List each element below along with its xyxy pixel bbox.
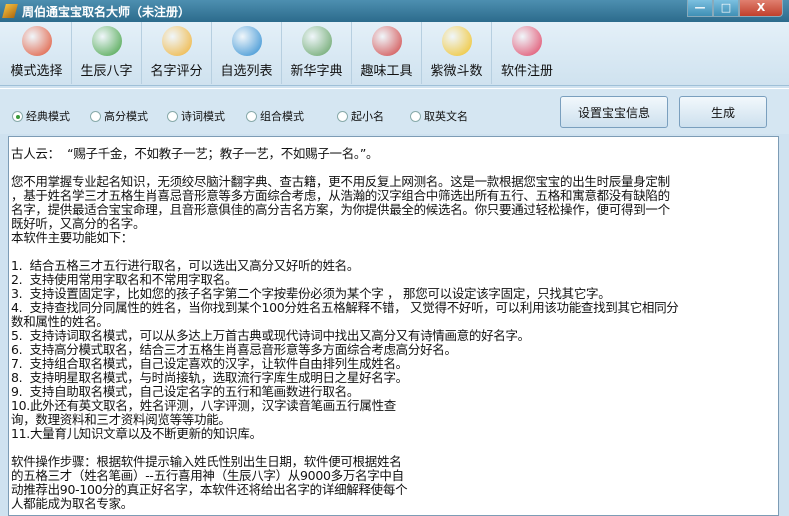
toolbar-button-6[interactable]: 紫微斗数 [422,22,492,84]
mode-radio-0[interactable]: 经典模式 [12,108,70,124]
radio-indicator [410,110,421,122]
text-line: 您不用掌握专业起名知识，无须绞尽脑汁翻字典、查古籍，更不用反复上网测名。这是一款… [11,174,670,189]
toolbar-button-label: 自选列表 [220,64,273,79]
toolbar-button-5[interactable]: 趣味工具 [352,22,422,84]
text-line: 本软件主要功能如下： [11,230,134,245]
star-icon [441,26,472,56]
toolbar-button-4[interactable]: 新华字典 [282,22,352,84]
text-line: 既好听，又高分的名字。 [11,216,146,231]
text-line: 2. 支持使用常用字取名和不常用字取名。 [11,272,238,287]
text-line [11,441,778,455]
radio-indicator [90,110,101,122]
magnifier-icon [161,26,192,56]
text-line: 数和属性的姓名。 [11,314,109,329]
app-pencil-icon [2,4,18,18]
text-line [11,161,778,175]
title-bar: 周伯通宝宝取名大师（未注册） — □ X [0,0,789,22]
mode-label: 取英文名 [424,110,468,123]
text-line: 动推荐出90-100分的真正好名字，本软件还将给出名字的详细解释使每个 [11,482,408,497]
text-line: ，基于姓名学三才五格生肖喜忌音形意等多方面综合考虑，从浩瀚的汉字组合中筛选出所有… [11,188,670,203]
toolbar-button-label: 软件注册 [500,64,553,79]
toolbar-button-label: 生辰八字 [80,64,133,79]
pyramid-globe-icon [231,26,262,56]
text-line: 9. 支持自助取名模式，自己设定名字的五行和笔画数进行取名。 [11,384,360,399]
toolbar-button-1[interactable]: 生辰八字 [72,22,142,84]
set-baby-info-button[interactable]: 设置宝宝信息 [560,96,668,128]
mode-label: 高分模式 [104,110,148,123]
maximize-button[interactable]: □ [713,0,739,17]
text-line: 古人云： “赐子千金，不如教子一艺；教子一艺，不如赐子一名。”。 [11,146,379,161]
text-line: 3. 支持设置固定字，比如您的孩子名字第二个字按辈份必须为某个字 ， 那您可以设… [11,286,611,301]
toolbar-button-label: 新华字典 [290,64,343,79]
toolbar-button-label: 紫微斗数 [430,64,483,79]
toolbar-button-3[interactable]: 自选列表 [212,22,282,84]
text-line: 10.此外还有英文取名，姓名评测，八字评测，汉字读音笔画五行属性查 [11,398,396,413]
close-button[interactable]: X [739,0,783,17]
toolbar-button-label: 趣味工具 [360,64,413,79]
text-line: 软件操作步骤：根据软件提示输入姓氏性别出生日期，软件便可根据姓名 [11,454,402,469]
minimize-button[interactable]: — [687,0,713,17]
intro-text-area[interactable]: 古人云： “赐子千金，不如教子一艺；教子一艺，不如赐子一名。”。您不用掌握专业起… [8,136,779,516]
toolbar-button-label: 模式选择 [10,64,63,79]
mode-label: 诗词模式 [181,110,225,123]
text-line: 8. 支持明星取名模式，与时尚接轨，选取流行字库生成明日之星好名字。 [11,370,408,385]
mode-radio-3[interactable]: 组合模式 [246,108,304,124]
radio-indicator [167,110,178,122]
text-line: 7. 支持组合取名模式，自己设定喜欢的汉字，让软件自由排列生成姓名。 [11,356,408,371]
mode-radio-4[interactable]: 起小名 [337,108,384,124]
toolbar: 模式选择 生辰八字 名字评分 自选列表 新华字典 趣味工具 紫微斗数 软件注册 [0,22,789,86]
mode-label: 起小名 [351,110,384,123]
text-line: 人都能成为取名专家。 [11,496,134,511]
mode-radio-1[interactable]: 高分模式 [90,108,148,124]
mode-bar: 经典模式 高分模式 诗词模式 组合模式 起小名 取英文名 [0,88,789,134]
mode-radio-5[interactable]: 取英文名 [410,108,468,124]
text-line: 的五格三才（姓名笔画）--五行喜用神（生辰八字）从9000多万名字中自 [11,468,404,483]
toolbar-button-2[interactable]: 名字评分 [142,22,212,84]
text-line: 1. 结合五格三才五行进行取名，可以选出又高分又好听的姓名。 [11,258,360,273]
mode-label: 经典模式 [26,110,70,123]
radio-indicator [246,110,257,122]
house-icon [21,26,52,56]
toolbar-button-0[interactable]: 模式选择 [2,22,72,84]
text-line: 询，数理资料和三才资料阅览等等功能。 [11,412,231,427]
tools-icon [371,26,402,56]
text-line: 5. 支持诗词取名模式，可以从多达上万首古典或现代诗词中找出又高分又有诗情画意的… [11,328,530,343]
mode-radio-2[interactable]: 诗词模式 [167,108,225,124]
book-person-icon [301,26,332,56]
radio-indicator [337,110,348,122]
flower-icon [512,26,542,56]
mode-label: 组合模式 [260,110,304,123]
toolbar-button-7[interactable]: 软件注册 [492,22,562,84]
text-line: 4. 支持查找同分同属性的姓名，当你找到某个100分姓名五格解释不错， 又觉得不… [11,300,679,315]
toolbar-button-label: 名字评分 [150,64,203,79]
text-line: 6. 支持高分模式取名，结合三才五格生肖喜忌音形意等多方面综合考虑高分好名。 [11,342,457,357]
globe-person-icon [91,26,122,56]
text-line: 11.大量育儿知识文章以及不断更新的知识库。 [11,426,262,441]
window-title: 周伯通宝宝取名大师（未注册） [22,4,191,19]
generate-button[interactable]: 生成 [679,96,767,128]
text-line: 名字，提供最适合宝宝命理，且音形意俱佳的高分吉名方案，为你提供最全的候选名。你只… [11,202,670,217]
text-line [11,245,778,259]
radio-indicator [12,110,23,122]
